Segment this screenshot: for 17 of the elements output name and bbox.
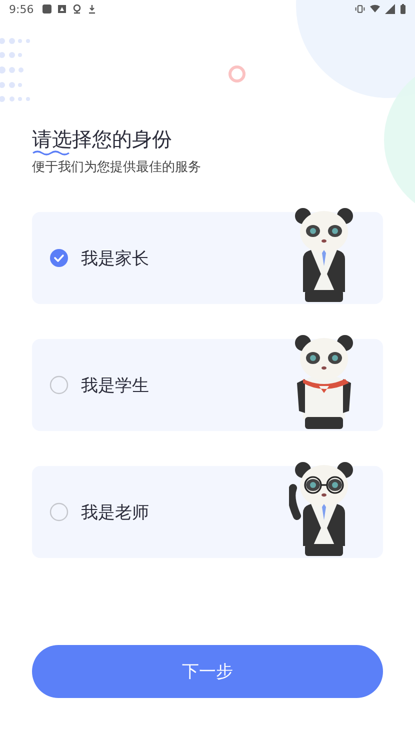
- image-notification-icon: [56, 4, 67, 14]
- dot-pattern-drawing: [0, 38, 32, 102]
- app-notification-icon: [42, 4, 52, 14]
- download-icon: [86, 4, 97, 14]
- next-step-button[interactable]: 下一步: [32, 645, 383, 698]
- wifi-icon: [370, 4, 380, 14]
- status-time: 9:56: [9, 2, 34, 16]
- role-label: 我是学生: [81, 374, 150, 396]
- signal-icon: [385, 4, 395, 14]
- page-subtitle: 便于我们为您提供最佳的服务: [32, 159, 202, 176]
- battery-icon: [400, 4, 406, 14]
- wave-underline-icon: [32, 150, 72, 156]
- page-title: 请选择您的身份: [32, 126, 173, 152]
- role-label: 我是老师: [81, 502, 150, 524]
- ring-icon: [227, 64, 247, 84]
- role-label: 我是家长: [81, 248, 150, 270]
- vibrate-icon: [355, 4, 365, 14]
